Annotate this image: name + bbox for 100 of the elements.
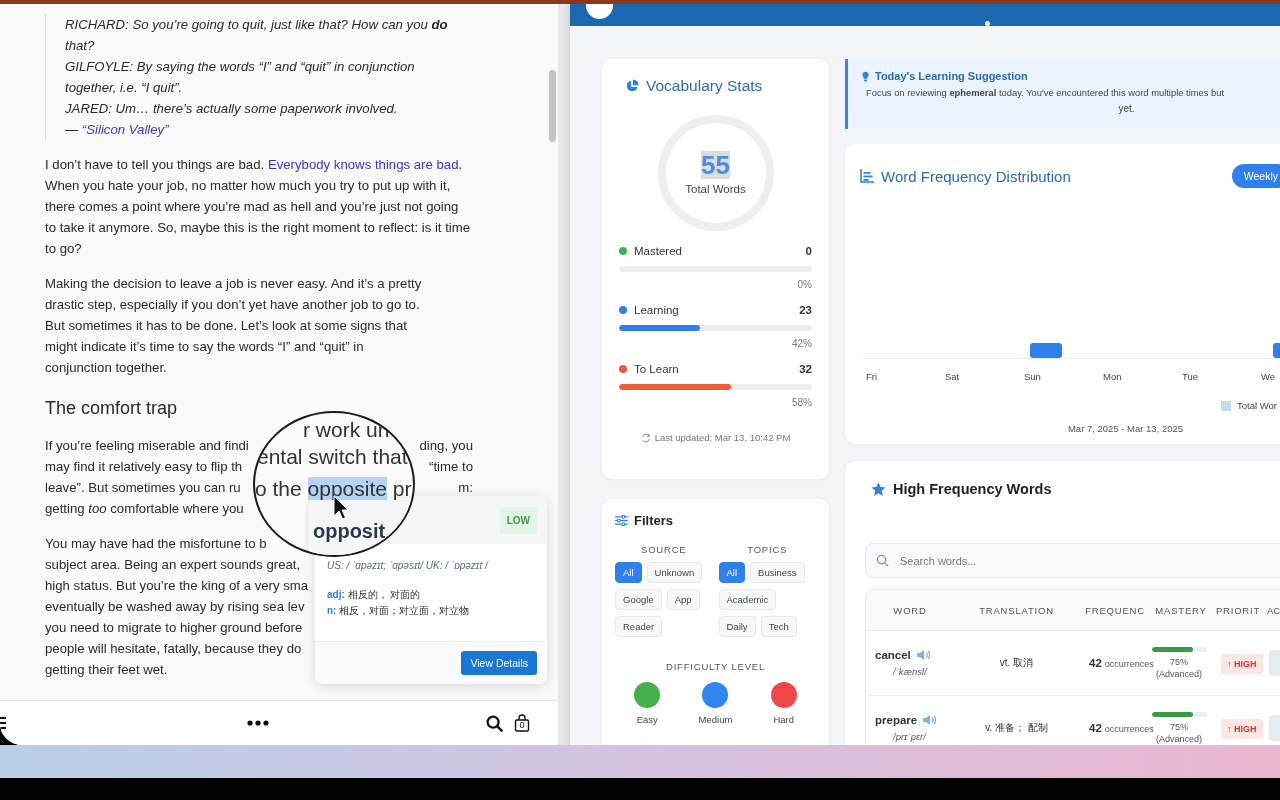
word-text: cancel xyxy=(875,649,911,661)
difficulty-dot[interactable] xyxy=(702,682,729,708)
stat-count: 0 xyxy=(805,245,812,257)
axis-label: Fri xyxy=(866,371,879,382)
word-text: prepare xyxy=(875,714,918,726)
text-line: high status. But you’re the king of a very sma xyxy=(45,577,309,595)
magnified-text: o the xyxy=(255,477,303,500)
translation-text: v. 准备； 配制 xyxy=(985,722,1048,733)
section-heading: The comfort trap xyxy=(45,397,178,420)
difficulty-dot[interactable] xyxy=(770,682,797,708)
scrollbar-thumb[interactable] xyxy=(549,70,556,142)
filter-group-label: DIFFICULTY LEVEL xyxy=(665,661,766,672)
occurrence-count: 42 xyxy=(1089,722,1102,734)
filter-chip[interactable]: All xyxy=(615,562,642,583)
stat-percent: 0% xyxy=(796,279,812,290)
view-details-button[interactable]: View Details xyxy=(461,651,537,675)
text-line: If you’re feeling miserable and findi xyxy=(45,437,249,455)
speaker-icon[interactable] xyxy=(922,714,937,726)
stat-label: Learning xyxy=(634,304,680,316)
stat-label: Mastered xyxy=(634,245,683,257)
card-title: Filters xyxy=(634,513,673,528)
text-line: eventually be washed away by rising sea lev xyxy=(45,598,305,616)
occurrence-label: occurrences xyxy=(1104,659,1154,669)
filter-group-label: SOURCE xyxy=(640,544,688,555)
pronunciation-text: US: / ˈɑpəzɪt; ˈɑpəsɪt/ UK: / ˈɒpəzɪt / xyxy=(327,560,490,571)
weekly-button[interactable]: Weekly xyxy=(1231,164,1280,188)
text-line: leave”. But sometimes you can ru xyxy=(45,479,241,497)
legend-label: Total Wor xyxy=(1237,400,1278,411)
quote-dash: — xyxy=(65,122,79,137)
sliders-icon xyxy=(615,515,628,526)
stat-count: 32 xyxy=(799,363,812,375)
magnified-word: opposit xyxy=(313,519,386,543)
column-header: WORD xyxy=(892,604,928,616)
filter-group-label: TOPICS xyxy=(746,544,789,555)
quote-line: JARED: Um… there’s actually some paperwork involved. xyxy=(65,100,399,118)
search-icon[interactable] xyxy=(486,714,503,732)
priority-badge: ↑ HIGH xyxy=(1221,718,1263,739)
column-header: MASTERY xyxy=(1154,604,1208,616)
menu-icon[interactable] xyxy=(0,716,8,730)
column-header: AC xyxy=(1266,604,1280,616)
mastery-label: (Advanced) xyxy=(1156,669,1202,679)
text-line: subject area. Being an expert sounds great, xyxy=(45,556,301,574)
filter-chip[interactable]: Reader xyxy=(615,616,663,637)
source-link[interactable]: “Silicon Valley” xyxy=(81,122,169,137)
text-line: getting too comfortable where you xyxy=(45,500,244,518)
stat-count: 23 xyxy=(799,304,812,316)
text-line: You may have had the misfortune to b xyxy=(45,535,267,553)
filter-chip[interactable]: Unknown xyxy=(646,562,703,583)
part-of-speech: adj: xyxy=(327,589,345,600)
filter-chip[interactable]: Business xyxy=(750,562,805,583)
text-line: getting their feet wet. xyxy=(45,661,168,679)
search-field[interactable]: Search words... xyxy=(865,543,1280,578)
difficulty-badge: LOW xyxy=(499,506,537,534)
difficulty-dot[interactable] xyxy=(634,682,661,708)
card-title: High Frequency Words xyxy=(893,481,1052,497)
mastery-label: (Advanced) xyxy=(1156,734,1202,744)
star-icon xyxy=(871,481,886,497)
suggestion-title: Today's Learning Suggestion xyxy=(875,70,1028,82)
lightbulb-icon xyxy=(862,70,869,82)
date-range: Mar 7, 2025 - Mar 13, 2025 xyxy=(1066,423,1185,434)
filter-chip[interactable]: Academic xyxy=(718,589,777,610)
difficulty-label: Hard xyxy=(773,714,795,725)
mastery-percent: 75% xyxy=(1170,657,1188,667)
stat-percent: 42% xyxy=(791,338,812,349)
selected-word: opposite xyxy=(307,477,387,500)
text-line: you need to migrate to higher ground before xyxy=(45,619,303,637)
filter-chip[interactable]: App xyxy=(666,589,700,610)
column-header: TRANSLATION xyxy=(978,604,1055,616)
axis-label: Sat xyxy=(945,371,961,382)
filter-chip[interactable]: Tech xyxy=(760,616,797,637)
phonetic-text: /prɪˈpɛr/ xyxy=(891,731,928,742)
axis-label: Tue xyxy=(1182,371,1200,382)
magnified-text: pr xyxy=(391,477,412,500)
total-label: Total Words xyxy=(685,183,746,195)
definition-text: 相反，对面；对立面，对立物 xyxy=(339,605,470,616)
filter-chip[interactable]: Daily xyxy=(718,616,756,637)
difficulty-label: Easy xyxy=(636,714,658,725)
priority-badge: ↑ HIGH xyxy=(1221,653,1263,674)
more-icon[interactable] xyxy=(247,720,269,726)
filter-chip[interactable]: All xyxy=(718,562,746,583)
pie-chart-icon xyxy=(625,79,639,93)
last-updated-text: Last updated: Mar 13, 10:42 PM xyxy=(654,432,791,443)
part-of-speech: n: xyxy=(327,605,337,616)
stat-label: To Learn xyxy=(634,363,680,375)
mastery-percent: 75% xyxy=(1170,722,1188,732)
quote-line: GILFOYLE: By saying the words “I” and “quit” in conjunction together, i.e. “I quit”. xyxy=(65,58,416,97)
legend-swatch xyxy=(1221,400,1231,411)
axis-label: Mon xyxy=(1103,371,1123,382)
paragraph: Making the decision to leave a job is never easy. And it’s a pretty drastic step, especially if you don’t yet have another job to go to. But sometimes it has to be done. Let’s look at some signs that might indicate it’s time to say the words “I” and “quit” in conjunction together. xyxy=(45,275,423,377)
speaker-icon[interactable] xyxy=(915,649,930,661)
occurrence-count: 42 xyxy=(1089,657,1102,669)
column-header: PRIORIT xyxy=(1214,604,1262,616)
phonetic-text: /ˈkænsl/ xyxy=(891,666,929,677)
quote-line: RICHARD: So you’re going to quit, just like that? How can you do that? xyxy=(65,16,449,55)
suggestion-text: Focus on reviewing ephemeral today. You've encountered this word multiple times but xyxy=(865,87,1226,98)
text-line: m: xyxy=(458,479,473,497)
suggestion-text: yet. xyxy=(1117,103,1136,114)
translation-text: vt. 取消 xyxy=(999,657,1034,668)
difficulty-label: Medium xyxy=(698,714,733,725)
filter-chip[interactable]: Google xyxy=(615,589,662,610)
